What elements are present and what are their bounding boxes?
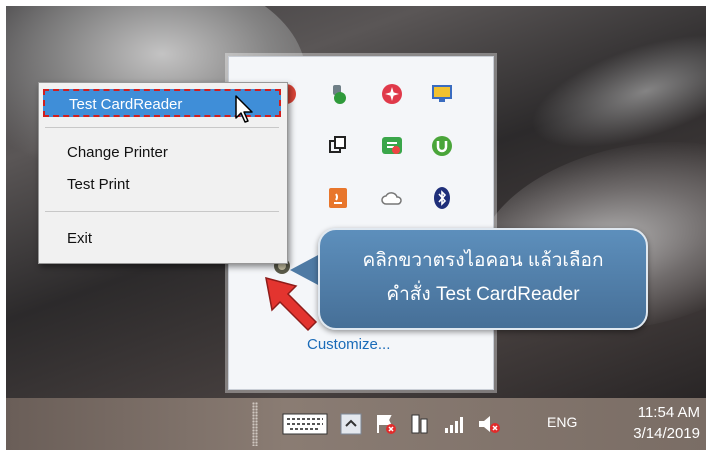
- keyboard-icon[interactable]: [282, 412, 328, 436]
- cloud-icon[interactable]: [379, 185, 405, 211]
- language-indicator[interactable]: ENG: [547, 414, 577, 430]
- red-arrow-icon: [265, 276, 318, 332]
- taskbar-grip[interactable]: [252, 402, 258, 446]
- copy-icon[interactable]: [325, 133, 351, 159]
- customize-link[interactable]: Customize...: [307, 336, 390, 353]
- red-star-icon[interactable]: [379, 81, 405, 107]
- clock-time: 11:54 AM: [637, 404, 700, 421]
- device-icon[interactable]: [408, 412, 432, 436]
- mouse-cursor-icon: [235, 95, 253, 123]
- java-icon[interactable]: [325, 185, 351, 211]
- green-chat-icon[interactable]: [379, 133, 405, 159]
- desktop: Customize... Test CardReader Change Prin…: [6, 6, 706, 450]
- system-clock[interactable]: 11:54 AM 3/14/2019: [633, 402, 700, 444]
- network-signal-icon[interactable]: [442, 412, 468, 436]
- monitor-icon[interactable]: [429, 81, 455, 107]
- clock-date: 3/14/2019: [633, 425, 700, 442]
- menu-item-change-printer[interactable]: Change Printer: [43, 139, 281, 167]
- callout-line-2: คำสั่ง Test CardReader: [386, 284, 580, 305]
- action-center-flag-icon[interactable]: [374, 412, 398, 436]
- show-hidden-icons-icon[interactable]: [340, 412, 362, 436]
- menu-item-exit[interactable]: Exit: [43, 225, 281, 253]
- callout-line-1: คลิกขวาตรงไอคอน แล้วเลือก: [362, 250, 604, 271]
- menu-separator: [45, 211, 279, 212]
- usb-device-icon[interactable]: [325, 81, 351, 107]
- menu-item-test-print[interactable]: Test Print: [43, 171, 281, 199]
- volume-muted-icon[interactable]: [476, 412, 502, 436]
- taskbar: ENG 11:54 AM 3/14/2019: [6, 398, 706, 450]
- bluetooth-icon[interactable]: [429, 185, 455, 211]
- utorrent-icon[interactable]: [429, 133, 455, 159]
- instruction-callout: คลิกขวาตรงไอคอน แล้วเลือก คำสั่ง Test Ca…: [318, 228, 648, 330]
- menu-separator: [45, 127, 279, 128]
